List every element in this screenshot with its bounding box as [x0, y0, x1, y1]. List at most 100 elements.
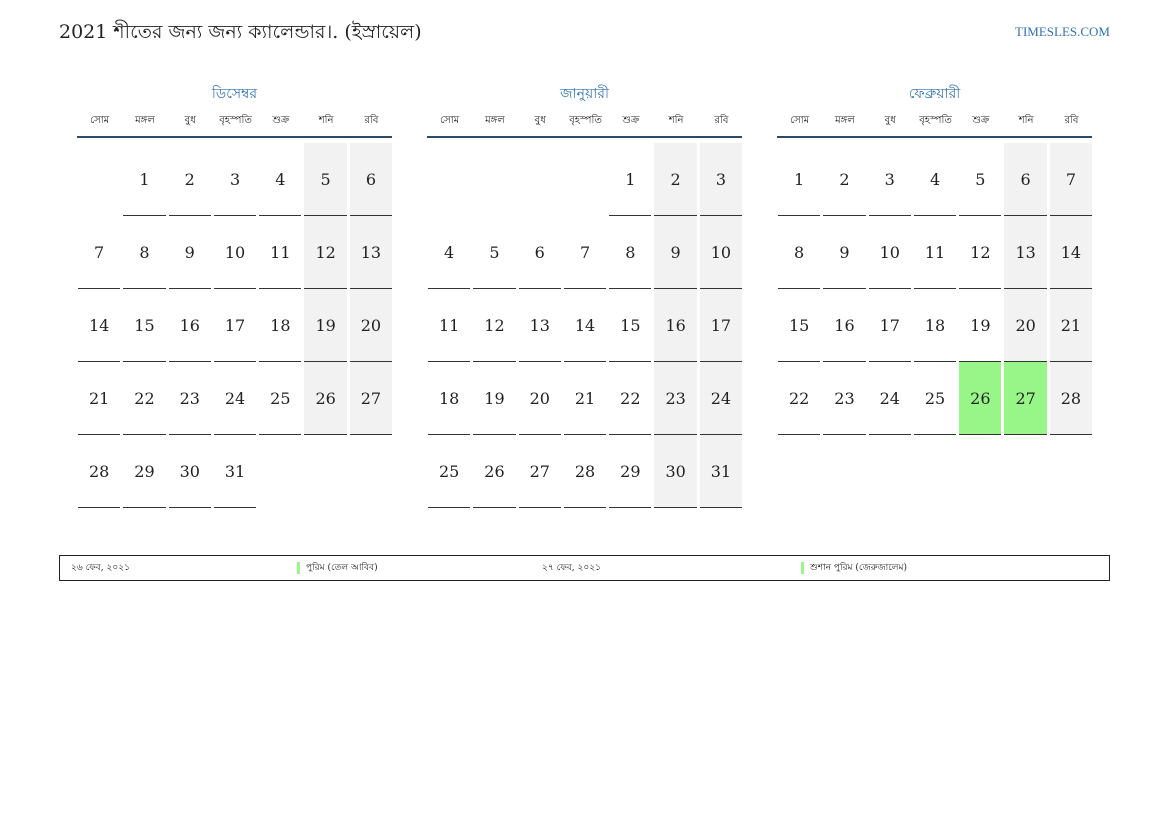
- day-cell[interactable]: 2: [168, 143, 213, 216]
- day-number: 4: [428, 216, 471, 289]
- day-cell[interactable]: 6: [349, 143, 394, 216]
- day-number: 12: [959, 216, 1002, 289]
- page-title: 2021 শীতের জন্য জন্য ক্যালেন্ডার।. (ইস্র…: [59, 21, 422, 43]
- day-number: 4: [259, 143, 302, 216]
- day-cell[interactable]: 6: [518, 216, 563, 289]
- day-cell[interactable]: 17: [213, 289, 258, 362]
- day-cell[interactable]: 30: [653, 435, 698, 508]
- day-cell[interactable]: 15: [122, 289, 167, 362]
- day-cell[interactable]: 14: [563, 289, 608, 362]
- day-cell[interactable]: 23: [168, 362, 213, 435]
- day-cell[interactable]: 10: [699, 216, 744, 289]
- day-cell[interactable]: 28: [77, 435, 122, 508]
- day-cell[interactable]: 6: [1003, 143, 1048, 216]
- day-cell[interactable]: 29: [608, 435, 653, 508]
- day-cell[interactable]: 5: [303, 143, 348, 216]
- day-cell[interactable]: 3: [868, 143, 913, 216]
- day-cell[interactable]: 4: [913, 143, 958, 216]
- day-cell[interactable]: 22: [608, 362, 653, 435]
- day-cell[interactable]: 15: [777, 289, 822, 362]
- day-cell[interactable]: 3: [699, 143, 744, 216]
- day-cell[interactable]: 25: [258, 362, 303, 435]
- day-cell[interactable]: 10: [868, 216, 913, 289]
- day-cell[interactable]: 10: [213, 216, 258, 289]
- day-cell[interactable]: 26: [472, 435, 517, 508]
- day-cell[interactable]: 17: [868, 289, 913, 362]
- day-cell[interactable]: 7: [563, 216, 608, 289]
- day-cell[interactable]: 8: [608, 216, 653, 289]
- holiday-day-cell[interactable]: 27: [1003, 362, 1048, 435]
- day-cell[interactable]: 21: [77, 362, 122, 435]
- day-cell[interactable]: 18: [913, 289, 958, 362]
- site-link[interactable]: TIMESLES.COM: [1015, 24, 1110, 40]
- day-cell[interactable]: 1: [777, 143, 822, 216]
- day-cell[interactable]: 16: [653, 289, 698, 362]
- day-cell[interactable]: 9: [822, 216, 867, 289]
- day-cell[interactable]: 2: [653, 143, 698, 216]
- day-cell[interactable]: 20: [518, 362, 563, 435]
- day-cell[interactable]: 5: [958, 143, 1003, 216]
- day-cell[interactable]: 19: [472, 362, 517, 435]
- day-cell[interactable]: 27: [518, 435, 563, 508]
- day-cell[interactable]: 5: [472, 216, 517, 289]
- day-cell[interactable]: 16: [822, 289, 867, 362]
- day-cell[interactable]: 16: [168, 289, 213, 362]
- day-cell[interactable]: 15: [608, 289, 653, 362]
- day-cell[interactable]: 25: [427, 435, 472, 508]
- day-cell[interactable]: 1: [608, 143, 653, 216]
- holiday-day-cell[interactable]: 26: [958, 362, 1003, 435]
- day-cell[interactable]: 27: [349, 362, 394, 435]
- day-cell[interactable]: 12: [472, 289, 517, 362]
- day-cell[interactable]: 23: [822, 362, 867, 435]
- day-cell[interactable]: 2: [822, 143, 867, 216]
- day-cell[interactable]: 9: [653, 216, 698, 289]
- day-cell[interactable]: 29: [122, 435, 167, 508]
- day-cell[interactable]: 3: [213, 143, 258, 216]
- day-cell[interactable]: 25: [913, 362, 958, 435]
- day-cell[interactable]: 21: [1049, 289, 1094, 362]
- day-cell[interactable]: 19: [303, 289, 348, 362]
- day-cell[interactable]: 28: [1049, 362, 1094, 435]
- weekday-label: শনি: [668, 115, 684, 126]
- day-cell[interactable]: 11: [258, 216, 303, 289]
- day-cell[interactable]: 9: [168, 216, 213, 289]
- day-cell[interactable]: 12: [303, 216, 348, 289]
- day-cell[interactable]: 1: [122, 143, 167, 216]
- day-cell[interactable]: 8: [777, 216, 822, 289]
- day-cell[interactable]: 17: [699, 289, 744, 362]
- day-cell[interactable]: 28: [563, 435, 608, 508]
- day-cell[interactable]: 8: [122, 216, 167, 289]
- day-cell[interactable]: 14: [77, 289, 122, 362]
- day-cell[interactable]: 24: [213, 362, 258, 435]
- day-cell[interactable]: 19: [958, 289, 1003, 362]
- day-cell[interactable]: 26: [303, 362, 348, 435]
- day-cell[interactable]: 20: [349, 289, 394, 362]
- day-cell[interactable]: 4: [427, 216, 472, 289]
- day-cell[interactable]: 24: [699, 362, 744, 435]
- day-number: 8: [123, 216, 166, 289]
- empty-day-cell: [472, 143, 517, 216]
- day-cell[interactable]: 31: [213, 435, 258, 508]
- day-number: 25: [428, 435, 471, 508]
- day-cell[interactable]: 7: [1049, 143, 1094, 216]
- day-cell[interactable]: 23: [653, 362, 698, 435]
- day-cell[interactable]: 11: [913, 216, 958, 289]
- day-cell[interactable]: 12: [958, 216, 1003, 289]
- day-cell[interactable]: 21: [563, 362, 608, 435]
- day-cell[interactable]: 20: [1003, 289, 1048, 362]
- day-cell[interactable]: 31: [699, 435, 744, 508]
- day-number: 4: [913, 143, 957, 216]
- day-cell[interactable]: 18: [427, 362, 472, 435]
- day-cell[interactable]: 13: [349, 216, 394, 289]
- day-cell[interactable]: 18: [258, 289, 303, 362]
- day-cell[interactable]: 24: [868, 362, 913, 435]
- day-cell[interactable]: 22: [122, 362, 167, 435]
- day-cell[interactable]: 7: [77, 216, 122, 289]
- day-cell[interactable]: 13: [518, 289, 563, 362]
- day-cell[interactable]: 13: [1003, 216, 1048, 289]
- day-cell[interactable]: 22: [777, 362, 822, 435]
- day-cell[interactable]: 30: [168, 435, 213, 508]
- day-cell[interactable]: 4: [258, 143, 303, 216]
- day-cell[interactable]: 11: [427, 289, 472, 362]
- day-cell[interactable]: 14: [1049, 216, 1094, 289]
